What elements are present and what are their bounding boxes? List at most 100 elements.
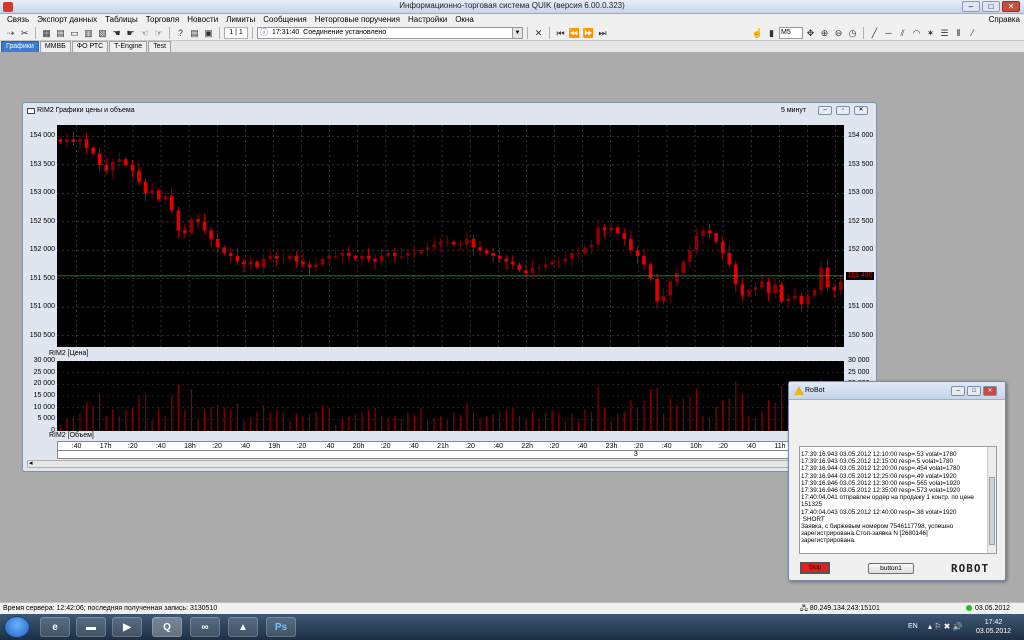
candle-body [222, 247, 227, 254]
robot-maximize-icon[interactable]: □ [967, 386, 981, 396]
hand4-icon[interactable]: ☞ [152, 27, 165, 40]
fib-tool-icon[interactable]: ☰ [938, 27, 951, 40]
channel-tool-icon[interactable]: ⫽ [896, 27, 909, 40]
clock-icon[interactable]: ◷ [846, 27, 859, 40]
candle-body [196, 218, 200, 222]
menu-nontrade[interactable]: Неторговые поручения [311, 14, 404, 26]
chevron-down-icon[interactable]: ▼ [512, 28, 522, 38]
stop-button[interactable]: Stop [800, 562, 830, 574]
chart-window[interactable]: RIM2 Графики цены и объема 5 минут – ▫ ✕… [22, 102, 877, 472]
tab-charts[interactable]: Графики [1, 41, 39, 52]
menu-settings[interactable]: Настройки [404, 14, 451, 26]
robot-minimize-icon[interactable]: – [951, 386, 965, 396]
status-text: Соединение установлено [303, 29, 387, 36]
start-button-icon[interactable] [4, 616, 30, 638]
price-ytick-right: 153 000 [848, 189, 874, 197]
log-scrollbar[interactable] [987, 447, 996, 553]
tab-micex[interactable]: ММВБ [39, 41, 71, 52]
maximize-icon[interactable]: □ [982, 1, 1000, 12]
robot-close-icon[interactable]: ✕ [983, 386, 997, 396]
bar-chart-icon[interactable]: ▮ [765, 27, 778, 40]
app-infinity-icon[interactable]: ∞ [190, 617, 220, 637]
chart-restore-icon[interactable]: ▫ [836, 106, 850, 115]
minimize-icon[interactable]: – [962, 1, 980, 12]
tab-tengine[interactable]: T-Engine [109, 41, 148, 52]
zoom-in-icon[interactable]: ⊕ [818, 27, 831, 40]
move-icon[interactable]: ✥ [804, 27, 817, 40]
log-line: 17:39:16.946 03.05.2012 12:30:00 resp=.5… [801, 479, 960, 487]
title-bar: Информационно-торговая система QUIK (вер… [0, 0, 1024, 14]
prev-icon[interactable]: ⏪ [568, 27, 581, 40]
zoom-out-icon[interactable]: ⊖ [832, 27, 845, 40]
clock[interactable]: 17:42 03.05.2012 [976, 618, 1011, 636]
tab-test[interactable]: Test [148, 41, 172, 52]
order-arrow-icon[interactable]: ⇢ [4, 27, 17, 40]
window-icon[interactable]: ▭ [68, 27, 81, 40]
arc-tool-icon[interactable]: ◠ [910, 27, 923, 40]
candle-body [622, 233, 627, 239]
hand3-icon[interactable]: ☜ [138, 27, 151, 40]
chart-close-icon[interactable]: ✕ [854, 106, 868, 115]
deals-icon[interactable]: ▧ [96, 27, 109, 40]
menu-export[interactable]: Экспорт данных [33, 14, 101, 26]
tray-icons[interactable]: ▴ ⚐ ✖ 🔊 [928, 622, 963, 631]
chart-window-header[interactable]: RIM2 Графики цены и объема 5 минут – ▫ ✕ [23, 103, 876, 119]
taskbar: e ▬ ▶ Q ∞ ▲ Ps EN ▴ ⚐ ✖ 🔊 17:42 03.05.20… [0, 614, 1024, 640]
sheet2-icon[interactable]: ▣ [202, 27, 215, 40]
folder-icon[interactable]: ▬ [76, 617, 106, 637]
grip-icon[interactable]: ✂ [18, 27, 31, 40]
quotes-icon[interactable]: ▤ [54, 27, 67, 40]
photoshop-icon[interactable]: Ps [266, 617, 296, 637]
hline-tool-icon[interactable]: ─ [882, 27, 895, 40]
table-icon[interactable]: ▦ [40, 27, 53, 40]
close-msg-icon[interactable]: ✕ [532, 27, 545, 40]
hand2-icon[interactable]: ☛ [124, 27, 137, 40]
candle-body [688, 250, 692, 262]
help-icon[interactable]: ? [174, 27, 187, 40]
app-triangle-icon[interactable]: ▲ [228, 617, 258, 637]
tab-forts[interactable]: ФО РТС [71, 41, 109, 52]
hand-tool-icon[interactable]: ☝ [751, 27, 764, 40]
robot-log-box[interactable]: 17:39:16.943 03.05.2012 12:10:00 resp=.5… [799, 446, 997, 554]
robot-window[interactable]: RoBot – □ ✕ 17:39:16.943 03.05.2012 12:1… [788, 381, 1006, 581]
last-icon[interactable]: ⏭ [596, 27, 609, 40]
language-indicator[interactable]: EN [908, 623, 918, 630]
button1[interactable]: button1 [868, 563, 914, 574]
menu-connection[interactable]: Связь [3, 14, 33, 26]
menu-help[interactable]: Справка [989, 14, 1020, 26]
interval-select[interactable]: M5 [779, 27, 803, 39]
close-icon[interactable]: ✕ [1002, 1, 1020, 12]
candle-body [766, 281, 771, 293]
scroll-left-icon[interactable]: ◂ [29, 459, 33, 467]
ie-icon[interactable]: e [40, 617, 70, 637]
volume-plot[interactable] [57, 361, 844, 431]
candle-body [602, 227, 607, 231]
menu-messages[interactable]: Сообщения [259, 14, 310, 26]
menu-news[interactable]: Новости [183, 14, 222, 26]
quik-taskbar-icon[interactable]: Q [152, 617, 182, 637]
erase-tool-icon[interactable]: ⁄ [966, 27, 979, 40]
candle-body [497, 255, 502, 259]
menu-trading[interactable]: Торговля [142, 14, 183, 26]
menu-windows[interactable]: Окна [451, 14, 478, 26]
log-line: зарегистрирована.Стоп-заявка N [2680146] [801, 530, 928, 538]
next-icon[interactable]: ⏩ [582, 27, 595, 40]
line-tool-icon[interactable]: ╱ [868, 27, 881, 40]
robot-window-header[interactable]: RoBot – □ ✕ [789, 382, 1005, 400]
connection-status-field[interactable]: ⓘ 17:31:40 Соединение установлено ▼ [257, 27, 523, 39]
first-icon[interactable]: ⏮ [554, 27, 567, 40]
sheet-icon[interactable]: ▤ [188, 27, 201, 40]
price-plot[interactable] [57, 125, 844, 347]
menu-limits[interactable]: Лимиты [222, 14, 259, 26]
media-player-icon[interactable]: ▶ [112, 617, 142, 637]
window-title: Информационно-торговая система QUIK (вер… [399, 1, 625, 10]
hand-icon[interactable]: ☚ [110, 27, 123, 40]
chart-minimize-icon[interactable]: – [818, 106, 832, 115]
menu-tables[interactable]: Таблицы [101, 14, 142, 26]
horizontal-scrollbar[interactable]: ◂ [27, 460, 841, 468]
candle-body [707, 230, 712, 234]
candle-body [327, 255, 331, 259]
orders-icon[interactable]: ▥ [82, 27, 95, 40]
fan-tool-icon[interactable]: ✶ [924, 27, 937, 40]
vline-tool-icon[interactable]: ⦀ [952, 27, 965, 40]
